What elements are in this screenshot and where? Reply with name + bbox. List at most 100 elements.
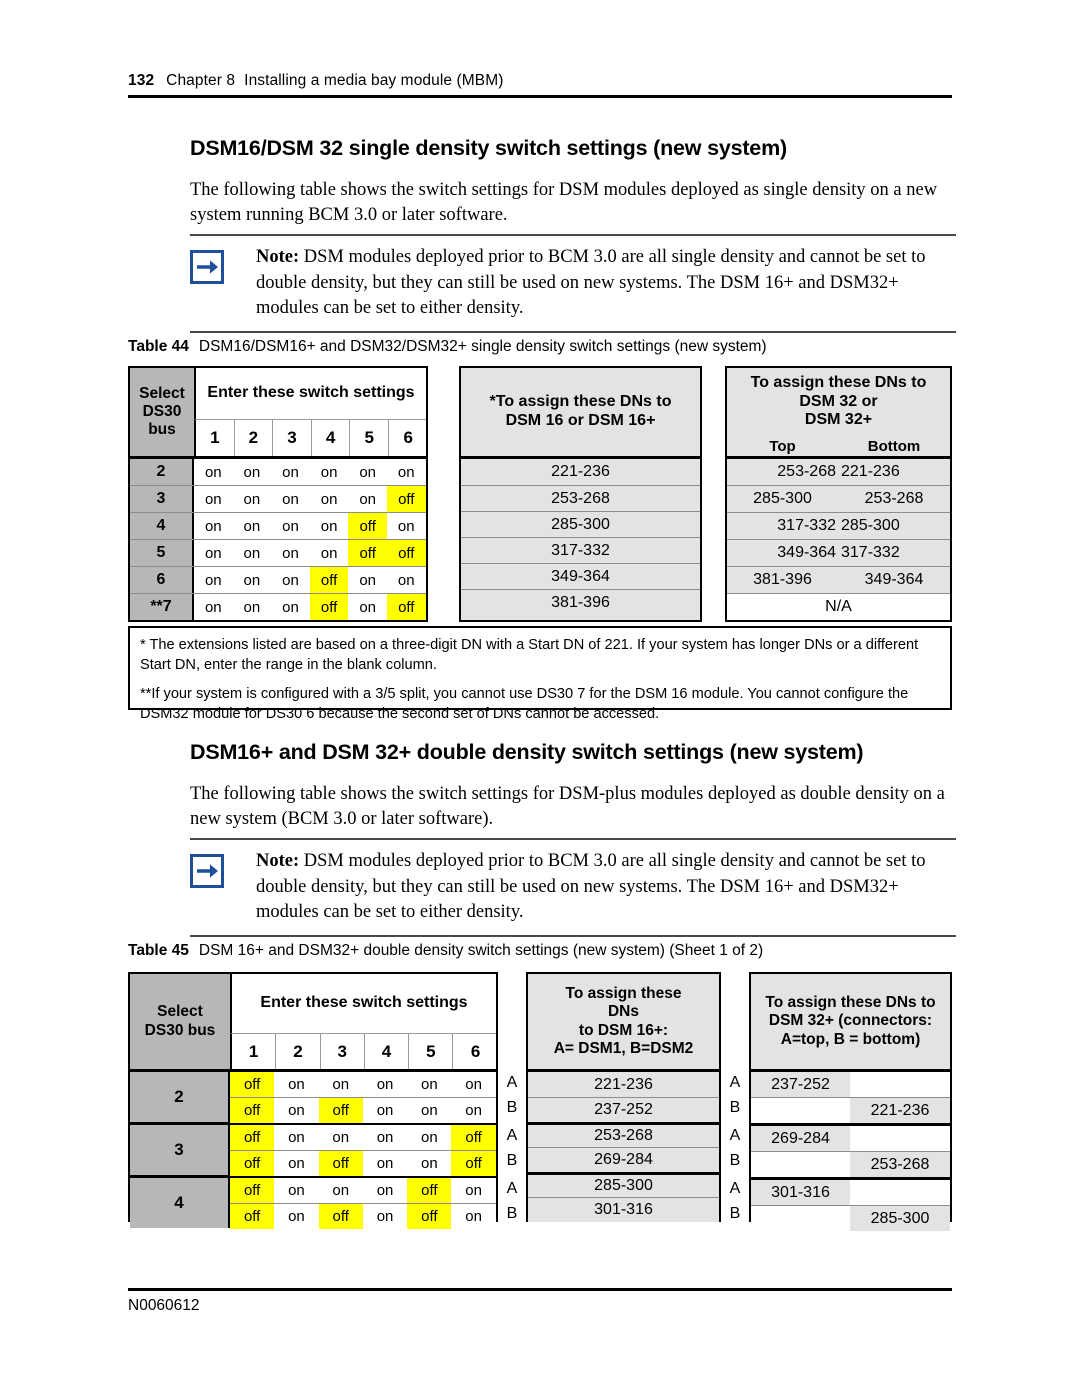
- section2-note: Note: DSM modules deployed prior to BCM …: [190, 838, 956, 937]
- switch-cell: on: [318, 1125, 363, 1150]
- dsm32p-line1: To assign these DNs to: [765, 994, 936, 1012]
- switch-cell: on: [362, 1178, 408, 1203]
- switch-cell: on: [318, 1072, 363, 1097]
- dsm16-dn-cell: 285-300: [461, 511, 700, 537]
- dsm32-plus-dn-cell: 285-300: [751, 1205, 950, 1231]
- switch-cell: on: [274, 1151, 319, 1176]
- dsm32-top-value: 317-332: [777, 517, 836, 534]
- switch-cell: off: [230, 1072, 275, 1097]
- dsm32-plus-dn-cell: 253-268: [751, 1151, 950, 1177]
- switch-cell: off: [230, 1125, 275, 1150]
- switch-cell: on: [362, 1098, 408, 1123]
- dsm16-dn-cell: 221-236: [461, 459, 700, 485]
- switch-cell: on: [348, 459, 387, 485]
- switch-cell: on: [232, 567, 272, 593]
- switch-cell: off: [318, 1204, 363, 1229]
- switch-cell: on: [232, 594, 272, 620]
- switch-cell: on: [362, 1125, 408, 1150]
- table45-col-dsm32-header: To assign these DNs to DSM 32+ (connecto…: [751, 974, 950, 1069]
- dsm16-plus-dn-cell: 253-268: [528, 1122, 719, 1147]
- dsm32-plus-bottom-value: [850, 1126, 950, 1151]
- switch-cell: on: [232, 540, 272, 566]
- table45-switch-number-row: 1 2 3 4 5 6: [230, 1034, 498, 1069]
- note-label: Note:: [256, 247, 300, 267]
- bus-number-cell: 3: [130, 1125, 230, 1175]
- dsm16p-line2: DNs: [607, 1003, 639, 1021]
- switch-cell: on: [194, 486, 233, 512]
- table44-col-dsm16-header: *To assign these DNs to DSM 16 or DSM 16…: [461, 368, 700, 456]
- section1-note: Note: DSM modules deployed prior to BCM …: [190, 234, 956, 333]
- dsm16-plus-dn-cell: 237-252: [528, 1097, 719, 1122]
- dsm32-plus-top-value: 269-284: [751, 1126, 850, 1151]
- switch-cell: on: [194, 459, 233, 485]
- switch-number-3: 3: [273, 420, 312, 456]
- switch-line-stack: off on on on off on off on off on off on: [230, 1178, 496, 1229]
- dsm32-dn-cell: 349-364 317-332: [727, 539, 950, 566]
- dsm32-pair-cell: 253-268 221-236: [727, 459, 950, 485]
- switch-cell: off: [451, 1125, 496, 1150]
- right-arrow-icon: [190, 250, 224, 284]
- table45-dsm16-group: To assign these DNs to DSM 16+: A= DSM1,…: [526, 972, 721, 1222]
- bus-number-cell: 6: [130, 567, 194, 593]
- switch-line-stack: off on on on on on off on off on on on: [230, 1072, 496, 1123]
- switch-cell: on: [362, 1204, 408, 1229]
- table45-dsm32-body: 237-252 221-236 269-284 253-268 301-316 285-3…: [751, 1072, 950, 1231]
- dsm32-plus-dn-cell: 221-236: [751, 1097, 950, 1123]
- dsm32-plus-dn-cell: 237-252: [751, 1072, 950, 1097]
- table45-dsm16-body: 221-236 237-252 253-268 269-284 285-300 301-3…: [528, 1072, 719, 1222]
- dsm32-dn-cell: 285-300 253-268: [727, 485, 950, 512]
- note-paragraph: Note: DSM modules deployed prior to BCM …: [256, 245, 956, 322]
- switch45-number-5: 5: [409, 1034, 454, 1069]
- dsm32-plus-dn-cell: 269-284: [751, 1123, 950, 1151]
- dsm16-plus-dn-cell: 221-236: [528, 1072, 719, 1097]
- switch-cell: on: [407, 1098, 452, 1123]
- switch-cell: off: [230, 1178, 275, 1203]
- table-row: 5 on on on on off off: [130, 539, 426, 566]
- switch-cell: off: [309, 594, 349, 620]
- table-row-group: 4 off on on on off on off on off on off on: [130, 1175, 496, 1229]
- table45-ab-column-1: ABABAB: [500, 1070, 524, 1226]
- dsm16p-line4: A= DSM1, B=DSM2: [553, 1039, 694, 1057]
- switch-cell: on: [318, 1178, 363, 1203]
- dsm16-plus-dn-cell: 301-316: [528, 1197, 719, 1222]
- table45-ab-column-2: ABABAB: [723, 1070, 747, 1226]
- switch-cell: on: [348, 486, 387, 512]
- switch-cell: on: [386, 513, 426, 539]
- table44-col-dsm32-header: To assign these DNs to DSM 32 or DSM 32+: [727, 368, 950, 436]
- section1-heading: DSM16/DSM 32 single density switch setti…: [190, 136, 787, 160]
- table44-col-bottom: Bottom: [838, 436, 950, 456]
- switch-cell: on: [386, 567, 426, 593]
- dsm32-top-value: 349-364: [777, 544, 836, 561]
- ab-letter-right: A: [729, 1126, 741, 1144]
- switch-cell: off: [407, 1204, 452, 1229]
- dsm32-plus-top-value: [751, 1152, 850, 1177]
- switch45-number-4: 4: [365, 1034, 410, 1069]
- bus-number-cell: 4: [130, 513, 194, 539]
- switch-line-stack: off on on on on off off on off on on off: [230, 1125, 496, 1176]
- select-line1: Select: [139, 384, 185, 402]
- chapter-number: Chapter 8: [166, 72, 236, 89]
- dsm32-plus-top-value: [751, 1098, 850, 1123]
- ab-letter-left: B: [506, 1204, 518, 1222]
- table45-dsm32-group: To assign these DNs to DSM 32+ (connecto…: [749, 972, 952, 1231]
- section2-heading: DSM16+ and DSM 32+ double density switch…: [190, 740, 864, 764]
- note-rule-bottom: [190, 330, 956, 333]
- switch-cell: on: [451, 1098, 496, 1123]
- dsm32-bottom-value: 221-236: [841, 463, 900, 480]
- right-arrow-icon: [190, 854, 224, 888]
- switch-cell: on: [271, 567, 310, 593]
- dsm32-pair-cell: 349-364 317-332: [727, 540, 950, 566]
- switch45-number-2: 2: [276, 1034, 321, 1069]
- ab-letter-left: A: [506, 1179, 518, 1197]
- note2-rule-bottom: [190, 934, 956, 937]
- chapter-title: Installing a media bay module (MBM): [244, 72, 504, 89]
- select-line3: bus: [148, 421, 176, 439]
- bus-number-cell: 2: [130, 1072, 230, 1122]
- table44-dsm16-group: *To assign these DNs to DSM 16 or DSM 16…: [459, 366, 702, 622]
- dsm32-dn-cell: 317-332 285-300: [727, 512, 950, 539]
- switch-cell: off: [386, 486, 426, 512]
- table45-caption-text: DSM 16+ and DSM32+ double density switch…: [198, 942, 764, 959]
- switch-cell: on: [274, 1072, 319, 1097]
- switch-cell: on: [386, 459, 426, 485]
- note-body-text: DSM modules deployed prior to BCM 3.0 ar…: [256, 247, 926, 318]
